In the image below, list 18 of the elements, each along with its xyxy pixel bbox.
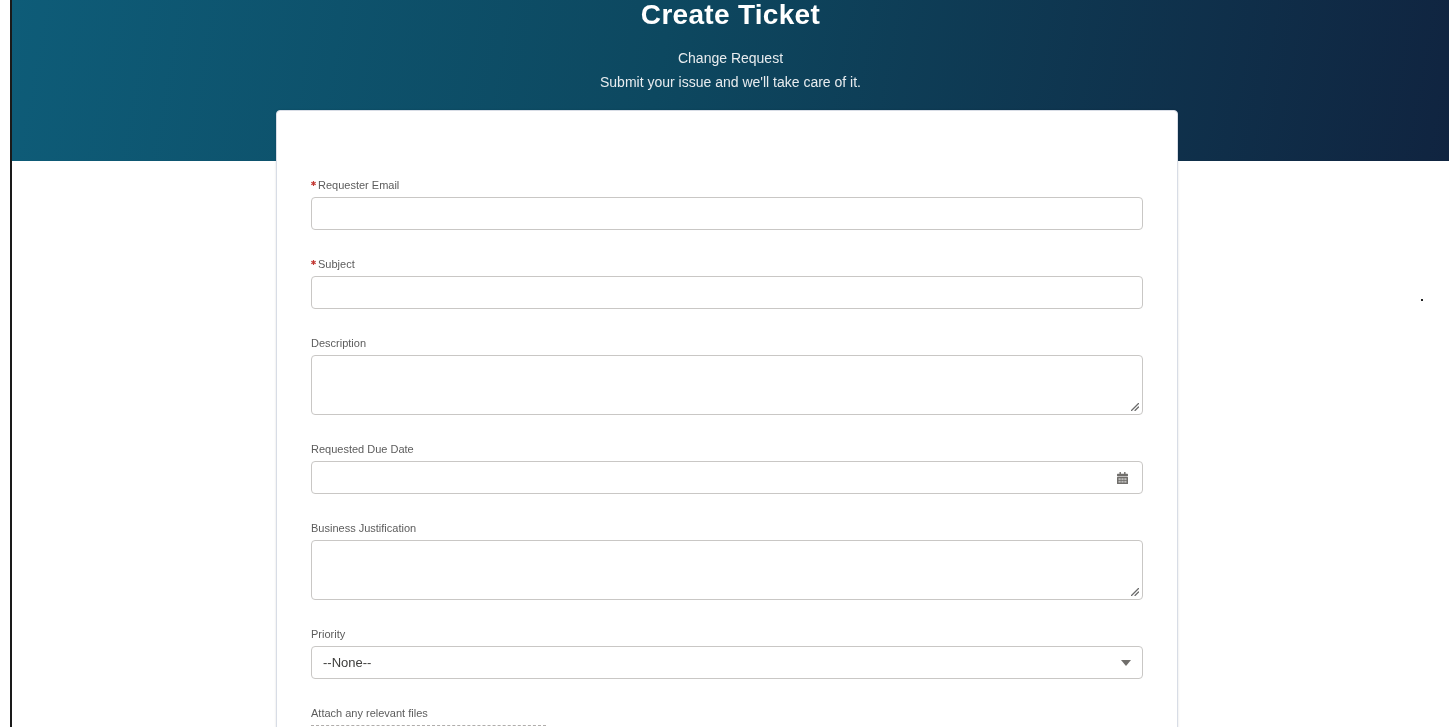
date-input[interactable]: [311, 461, 1143, 494]
field-label: Requested Due Date: [311, 442, 414, 457]
field-label: Requester Email: [318, 178, 400, 193]
field-label: Attach any relevant files: [311, 706, 428, 721]
select-field[interactable]: --None--: [311, 646, 1143, 679]
page-title: Create Ticket: [640, 0, 821, 30]
resize-grip-icon[interactable]: [1131, 588, 1139, 596]
field-label: Description: [311, 336, 367, 351]
text-input[interactable]: [311, 276, 1143, 309]
form-subtitle: Change Request: [677, 49, 784, 68]
field-label: Priority: [311, 627, 346, 642]
calendar-icon[interactable]: [1117, 471, 1128, 484]
form-tagline: Submit your issue and we'll take care of it.: [600, 73, 861, 92]
field-label: Subject: [318, 257, 355, 272]
text-input[interactable]: [311, 197, 1143, 230]
resize-grip-icon[interactable]: [1131, 403, 1139, 411]
field-label: Business Justification: [311, 521, 417, 536]
caret-down-icon: [1121, 659, 1131, 666]
